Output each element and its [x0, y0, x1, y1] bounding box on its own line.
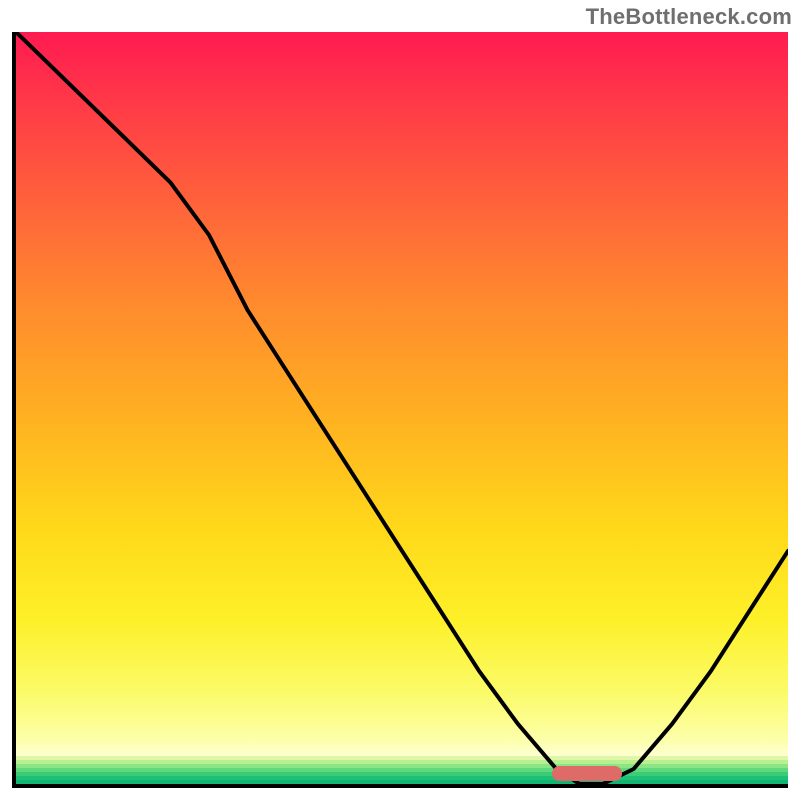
bottleneck-curve [16, 32, 788, 784]
chart-container: TheBottleneck.com [0, 0, 800, 800]
plot-area [16, 32, 788, 784]
watermark-text: TheBottleneck.com [586, 4, 792, 30]
optimal-marker [552, 766, 622, 781]
